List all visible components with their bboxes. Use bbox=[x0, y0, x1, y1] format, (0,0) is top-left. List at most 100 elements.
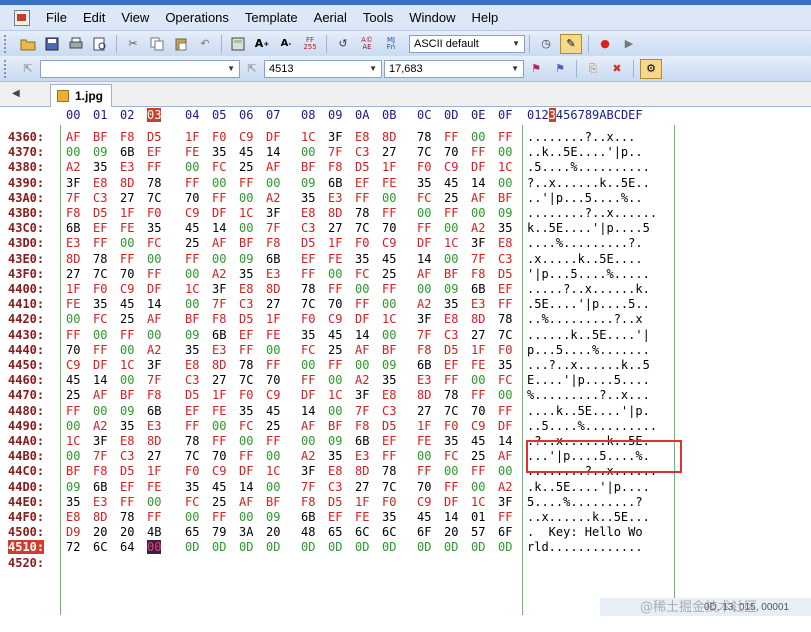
hex-byte[interactable]: DF bbox=[444, 495, 458, 509]
hex-byte[interactable]: 1F bbox=[355, 495, 369, 509]
hex-byte[interactable]: 1F bbox=[328, 236, 342, 250]
hex-byte[interactable]: 70 bbox=[266, 373, 280, 387]
row-address[interactable]: 4490: bbox=[8, 419, 44, 433]
hex-byte[interactable]: 7C bbox=[239, 373, 253, 387]
hex-byte[interactable]: 25 bbox=[444, 191, 458, 205]
hex-byte[interactable]: C3 bbox=[120, 449, 134, 463]
hex-byte[interactable]: 0D bbox=[301, 540, 315, 554]
hex-byte[interactable]: FF bbox=[328, 282, 342, 296]
hex-byte[interactable]: 00 bbox=[212, 252, 226, 266]
hex-byte[interactable]: 09 bbox=[66, 480, 80, 494]
hex-byte[interactable]: FF bbox=[498, 510, 512, 524]
hex-byte[interactable]: 25 bbox=[471, 449, 485, 463]
hex-byte[interactable]: F0 bbox=[444, 419, 458, 433]
hex-byte[interactable]: 7C bbox=[498, 328, 512, 342]
hex-byte[interactable]: EF bbox=[120, 480, 134, 494]
hex-byte[interactable]: 25 bbox=[328, 343, 342, 357]
hex-byte[interactable]: 27 bbox=[355, 480, 369, 494]
hex-byte[interactable]: BF bbox=[498, 191, 512, 205]
hex-byte[interactable]: 7F bbox=[266, 221, 280, 235]
hex-byte[interactable]: 09 bbox=[382, 358, 396, 372]
ascii-text[interactable]: ........?..x... bbox=[527, 130, 635, 144]
hex-byte[interactable]: 00 bbox=[185, 297, 199, 311]
hex-byte[interactable]: 00 bbox=[147, 540, 162, 555]
hex-byte[interactable]: A2 bbox=[498, 480, 512, 494]
hex-byte[interactable]: 20 bbox=[93, 525, 107, 539]
hex-byte[interactable]: 00 bbox=[498, 176, 512, 190]
row-address[interactable]: 44E0: bbox=[8, 495, 44, 509]
hex-byte[interactable]: 00 bbox=[417, 206, 431, 220]
chevron-down-icon[interactable]: ▼ bbox=[511, 64, 519, 73]
hex-byte[interactable]: FF bbox=[66, 404, 80, 418]
ascii-text[interactable]: ....k..5E....'|p. bbox=[527, 404, 650, 418]
hex-byte[interactable]: F8 bbox=[120, 130, 134, 144]
hex-byte[interactable]: 00 bbox=[239, 510, 253, 524]
hex-byte[interactable]: BF bbox=[301, 160, 315, 174]
hex-byte[interactable]: 25 bbox=[212, 495, 226, 509]
hex-byte[interactable]: 27 bbox=[417, 404, 431, 418]
hex-byte[interactable]: 7C bbox=[147, 191, 161, 205]
ascii-text[interactable]: . Key: Hello Wo bbox=[527, 525, 643, 539]
hex-byte[interactable]: 00 bbox=[301, 434, 315, 448]
app-icon[interactable] bbox=[14, 9, 30, 26]
hex-byte[interactable]: 14 bbox=[212, 221, 226, 235]
hex-byte[interactable]: 7F bbox=[66, 191, 80, 205]
chevron-down-icon[interactable]: ▼ bbox=[369, 64, 377, 73]
hex-byte[interactable]: 70 bbox=[382, 221, 396, 235]
hex-byte[interactable]: FE bbox=[471, 358, 485, 372]
row-address[interactable]: 44D0: bbox=[8, 480, 44, 494]
hex-byte[interactable]: 00 bbox=[185, 160, 199, 174]
print-preview-icon[interactable] bbox=[90, 35, 110, 53]
hex-byte[interactable]: D5 bbox=[382, 419, 396, 433]
hex-byte[interactable]: 14 bbox=[498, 434, 512, 448]
hex-byte[interactable]: 3F bbox=[212, 282, 226, 296]
hex-byte[interactable]: 1F bbox=[66, 282, 80, 296]
row-address[interactable]: 44F0: bbox=[8, 510, 44, 524]
hex-byte[interactable]: FF bbox=[66, 328, 80, 342]
hex-byte[interactable]: FC bbox=[147, 236, 161, 250]
hex-byte[interactable]: 78 bbox=[93, 252, 107, 266]
hex-byte[interactable]: FF bbox=[301, 267, 315, 281]
hex-byte[interactable]: BF bbox=[444, 267, 458, 281]
hex-byte[interactable]: EF bbox=[498, 282, 512, 296]
chevron-down-icon[interactable]: ▼ bbox=[227, 64, 235, 73]
hex-byte[interactable]: C9 bbox=[328, 312, 342, 326]
play-macro-icon[interactable]: ▶ bbox=[619, 35, 639, 53]
toolbar-grip[interactable] bbox=[4, 59, 10, 78]
hex-byte[interactable]: C3 bbox=[239, 297, 253, 311]
hex-byte[interactable]: FF bbox=[471, 145, 485, 159]
hex-byte[interactable]: 35 bbox=[185, 343, 199, 357]
hex-byte[interactable]: FF bbox=[120, 328, 134, 342]
hex-byte[interactable]: 78 bbox=[382, 464, 396, 478]
hex-byte[interactable]: 1C bbox=[328, 388, 342, 402]
hex-byte[interactable]: F8 bbox=[212, 312, 226, 326]
ascii-text[interactable]: .....?..x......k. bbox=[527, 282, 650, 296]
hex-byte[interactable]: FF bbox=[471, 388, 485, 402]
hex-byte[interactable]: 00 bbox=[444, 464, 458, 478]
hex-byte[interactable]: E8 bbox=[185, 358, 199, 372]
hex-byte[interactable]: 3F bbox=[328, 130, 342, 144]
hex-byte[interactable]: 70 bbox=[212, 449, 226, 463]
hex-byte[interactable]: 78 bbox=[417, 130, 431, 144]
hex-byte[interactable]: 20 bbox=[120, 525, 134, 539]
hex-byte[interactable]: FF bbox=[328, 358, 342, 372]
hex-byte[interactable]: C3 bbox=[185, 373, 199, 387]
hex-byte[interactable]: 6C bbox=[93, 540, 107, 554]
print-icon[interactable] bbox=[66, 35, 86, 53]
hex-byte[interactable]: F0 bbox=[498, 343, 512, 357]
hex-byte[interactable]: D5 bbox=[301, 236, 315, 250]
hex-byte[interactable]: 1F bbox=[147, 464, 161, 478]
hex-byte[interactable]: 7C bbox=[301, 297, 315, 311]
hex-byte[interactable]: 35 bbox=[328, 449, 342, 463]
hex-byte[interactable]: 78 bbox=[120, 510, 134, 524]
hex-byte[interactable]: 8D bbox=[417, 388, 431, 402]
hex-byte[interactable]: 35 bbox=[185, 480, 199, 494]
chevron-down-icon[interactable]: ▼ bbox=[512, 39, 520, 48]
hex-byte[interactable]: 00 bbox=[93, 404, 107, 418]
hex-byte[interactable]: 6B bbox=[417, 358, 431, 372]
hex-byte[interactable]: FF bbox=[147, 160, 161, 174]
hex-byte[interactable]: 78 bbox=[444, 388, 458, 402]
hex-byte[interactable]: E3 bbox=[212, 343, 226, 357]
hex-byte[interactable]: FF bbox=[212, 510, 226, 524]
hex-byte[interactable]: AF bbox=[212, 236, 226, 250]
